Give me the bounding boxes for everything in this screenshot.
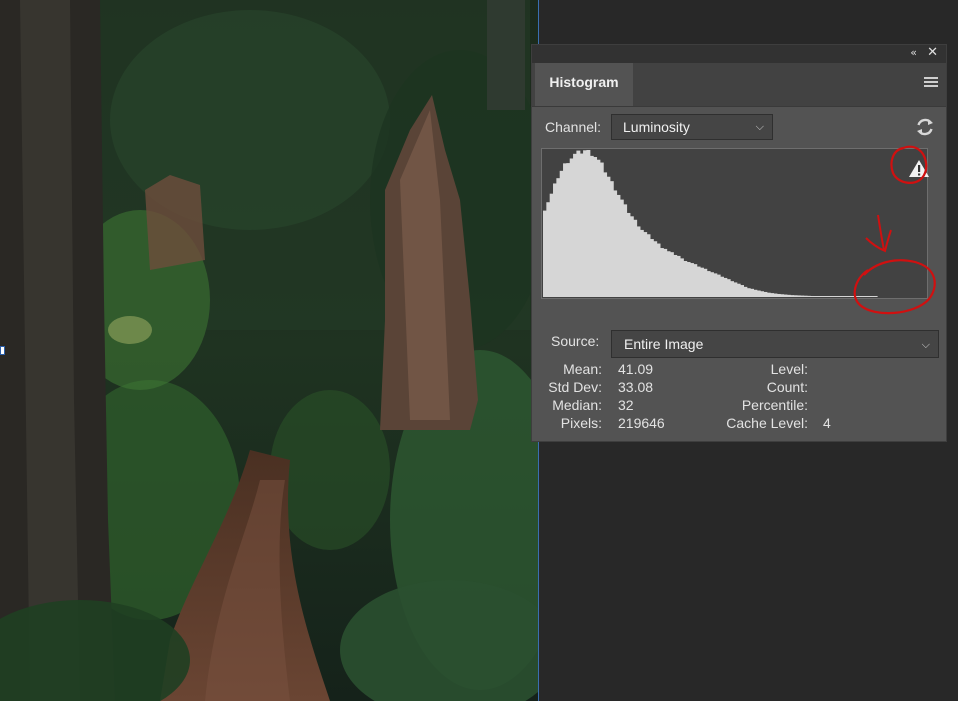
close-icon[interactable]: ✕ [927, 45, 938, 60]
count-label: Count: [766, 379, 808, 395]
histogram-chart [543, 149, 878, 297]
stddev-value: 33.08 [618, 379, 654, 395]
median-value: 32 [618, 397, 634, 413]
refresh-icon[interactable] [914, 116, 936, 138]
source-label: Source: [551, 333, 600, 349]
source-value: Entire Image [624, 336, 704, 352]
hamburger-menu-icon[interactable] [924, 77, 938, 89]
mean-value: 41.09 [618, 361, 654, 377]
chevron-down-icon: ⌵ [921, 338, 930, 351]
level-label: Level: [770, 361, 808, 377]
channel-value: Luminosity [623, 119, 690, 135]
warning-triangle-icon[interactable] [908, 158, 930, 180]
chevron-down-icon: ⌵ [755, 120, 764, 133]
collapse-panel-icon[interactable]: « [910, 46, 917, 59]
stddev-label: Std Dev: [548, 379, 602, 395]
forest-trail-photo [0, 0, 538, 701]
pixels-label: Pixels: [560, 415, 602, 431]
histogram-baseline [543, 296, 877, 297]
cache-level-label: Cache Level: [726, 415, 808, 431]
panel-title-bar[interactable]: « ✕ [532, 45, 946, 63]
pixels-value: 219646 [618, 415, 665, 431]
histogram-graph [541, 148, 930, 299]
transform-handle[interactable] [0, 346, 5, 355]
channel-label: Channel: [545, 119, 602, 135]
percentile-label: Percentile: [741, 397, 808, 413]
channel-dropdown[interactable]: Luminosity ⌵ [611, 114, 773, 140]
source-dropdown[interactable]: Entire Image ⌵ [611, 330, 939, 358]
tab-histogram[interactable]: Histogram [535, 63, 633, 106]
median-label: Median: [552, 397, 602, 413]
panel-tab-bar: Histogram [532, 63, 946, 107]
cache-level-value: 4 [823, 415, 831, 431]
mean-label: Mean: [563, 361, 602, 377]
histogram-panel: « ✕ Histogram Channel: Luminosity ⌵ Sour… [531, 44, 947, 442]
